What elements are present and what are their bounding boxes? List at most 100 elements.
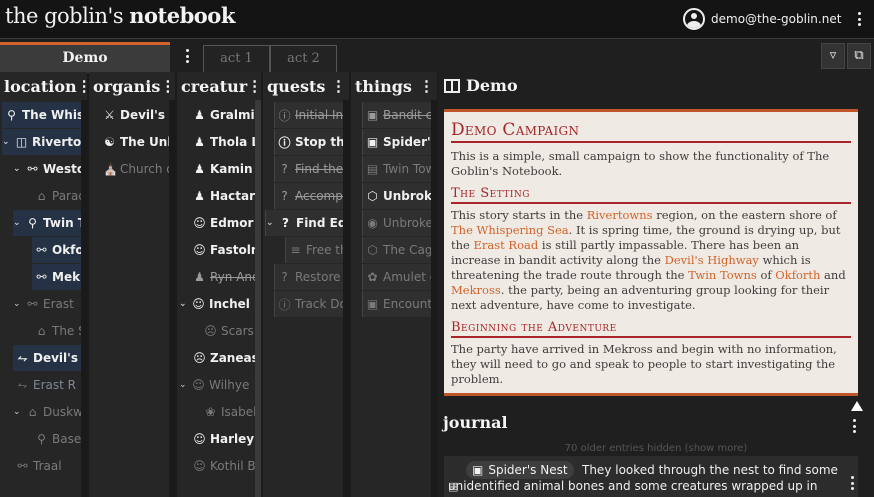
column-kebab-icon[interactable]: ⋮ [77, 77, 87, 95]
column-kebab-icon[interactable]: ⋮ [247, 77, 261, 95]
tab-act-2[interactable]: act 2 [270, 45, 337, 73]
chevron-down-icon[interactable]: ⌄ [13, 164, 22, 174]
chevron-down-icon[interactable]: ⌄ [179, 299, 188, 309]
list-item[interactable]: ⓘStop the [274, 129, 347, 155]
list-item[interactable]: ⌄ ☺ Wilhye [179, 372, 260, 398]
chevron-down-icon[interactable]: ⌄ [266, 218, 275, 228]
app-menu-kebab-icon[interactable] [853, 10, 865, 28]
list-item[interactable]: ♟Thola Lia [190, 129, 260, 155]
question-icon: ⓘ [278, 108, 291, 123]
list-item[interactable]: ? Restore I [274, 264, 347, 290]
list-item[interactable]: ⌄⚲Twin To [13, 210, 83, 236]
list-item[interactable]: ☺ Kothil Ba [190, 453, 260, 479]
list-item[interactable]: ☹ Scars [201, 318, 260, 344]
filter-icon[interactable]: ▿ [821, 43, 845, 69]
chevron-down-icon[interactable]: ⌄ [2, 137, 11, 147]
list-item[interactable]: ▣Spider's I [362, 129, 435, 155]
column-scrollbar[interactable] [255, 100, 261, 497]
list-item[interactable]: ≡ Free th [285, 237, 347, 263]
column-header-location[interactable]: location ⋮ [0, 72, 87, 100]
person-icon: ♟ [194, 270, 205, 284]
column-header-quests[interactable]: quests ⋮ [263, 72, 349, 100]
link-twin-towns[interactable]: Twin Towns [688, 268, 757, 282]
link-mekross[interactable]: Mekross [451, 283, 501, 297]
journal-kebab-icon[interactable] [848, 417, 860, 435]
list-item[interactable]: ⓘ Initial Inv [274, 102, 347, 128]
chevron-down-icon[interactable]: ⌄ [179, 380, 188, 390]
list-item[interactable]: ⚯ Traal [13, 453, 83, 479]
column-scrollbar[interactable] [343, 100, 349, 497]
link-whispering-sea[interactable]: The Whispering Sea [451, 223, 569, 237]
image-icon: ▣ [366, 135, 379, 149]
entity-chip[interactable]: ▣ Spider's Nest [466, 461, 574, 479]
frown-icon: ☹ [204, 324, 217, 338]
list-item[interactable]: ♟Kamin Fa [190, 156, 260, 182]
list-item[interactable]: ◉ Unbroken [362, 210, 435, 236]
question-icon: ? [282, 216, 289, 230]
chevron-down-icon[interactable]: ⌄ [13, 407, 22, 417]
list-item[interactable]: ☺ Fastolm [190, 237, 260, 263]
tab-menu-kebab-icon[interactable] [181, 47, 193, 65]
list-item[interactable]: ▣ Bandit cr [362, 102, 435, 128]
list-item[interactable]: ⥊ Devil's [13, 345, 83, 371]
list-item[interactable]: ☺Harley Re [190, 426, 260, 452]
list-item[interactable]: ⬡ The Cage [362, 237, 435, 263]
list-item[interactable]: ❀Isabelle [201, 399, 260, 425]
list-item[interactable]: ☺Edmor G [190, 210, 260, 236]
list-item[interactable]: ⚔Devil's Pr [100, 102, 173, 128]
question-icon: ⓘ [278, 135, 291, 150]
list-item[interactable]: ⌂ The S [32, 318, 83, 344]
list-item[interactable]: ⌄☺Inchel Ke [179, 291, 260, 317]
list-item[interactable]: ⥊ Erast R [13, 372, 83, 398]
link-rivertowns[interactable]: Rivertowns [587, 208, 653, 222]
list-item[interactable]: ▤ Twin Tow [362, 156, 435, 182]
column-scrollbar[interactable] [81, 100, 87, 497]
tab-demo[interactable]: Demo [0, 42, 170, 73]
list-item[interactable]: ♟ Ryn Anci [190, 264, 260, 290]
column-scrollbar[interactable] [431, 100, 437, 497]
column-header-organisations[interactable]: organis ⋮ [89, 72, 175, 100]
list-item[interactable]: ☯The Unbr [100, 129, 173, 155]
list-item[interactable]: ⌄ ⚯ Erast [13, 291, 83, 317]
link-okforth[interactable]: Okforth [775, 268, 820, 282]
link-erast-road[interactable]: Erast Road [474, 238, 539, 252]
list-item[interactable]: ? Find the [274, 156, 347, 182]
list-item[interactable]: ⌄?Find Edm [265, 210, 347, 236]
chevron-down-icon[interactable]: ⌄ [13, 299, 22, 309]
list-item[interactable]: ⚲ The Whis [2, 102, 83, 128]
column-header-things[interactable]: things ⋮ [351, 72, 437, 100]
chevron-down-icon[interactable]: ⌄ [13, 218, 22, 228]
column-things: things ⋮ ▣Bandit cr ▣Spider's I ▤Twin Tow… [351, 72, 437, 497]
column-header-creatures[interactable]: creatur ⋮ [177, 72, 261, 100]
journal-entry-kebab-icon[interactable] [846, 474, 858, 492]
list-item[interactable]: ⬡Unbroker [362, 183, 435, 209]
list-item[interactable]: ☹ Zaneas [190, 345, 260, 371]
list-item[interactable]: ? Accomps [274, 183, 347, 209]
app-logo[interactable]: the goblin's notebook [5, 3, 235, 28]
list-item[interactable]: ⓘ Track Do [274, 291, 347, 317]
list-item[interactable]: ⌄◫Rivertown [2, 129, 83, 155]
tab-act-1[interactable]: act 1 [203, 45, 270, 73]
link-devils-highway[interactable]: Devil's Highway [665, 253, 759, 267]
column-scrollbar[interactable] [169, 100, 175, 497]
account-menu[interactable]: demo@the-goblin.net [683, 8, 841, 30]
older-entries-link[interactable]: 70 older entries hidden (show more) [438, 443, 874, 454]
column-kebab-icon[interactable]: ⋮ [419, 77, 434, 95]
list-item[interactable]: ⚲ Baser [32, 426, 83, 452]
list-item[interactable]: ⌂ Parad [32, 183, 83, 209]
list-item[interactable]: ♟Gralmir T [190, 102, 260, 128]
list-item[interactable]: ⛪ Church o [100, 156, 173, 182]
column-kebab-icon[interactable]: ⋮ [160, 77, 175, 95]
list-item[interactable]: ▣ Encounte [362, 291, 435, 317]
list-item[interactable]: ♟ Hactar [190, 183, 260, 209]
list-item[interactable]: ⌄ ⌂ Duskw [13, 399, 83, 425]
list-item[interactable]: ⚯ Mekr [32, 264, 83, 290]
list-item[interactable]: ⌄⚯Westow [13, 156, 83, 182]
journal-entry[interactable]: They looked through the nest to find som… [444, 456, 858, 497]
column-title: creatur [181, 76, 248, 96]
windows-icon[interactable]: ⧉ [847, 43, 871, 69]
smile-icon: ☺ [192, 297, 205, 311]
column-kebab-icon[interactable]: ⋮ [331, 77, 346, 95]
list-item[interactable]: ✿ Amulet o [362, 264, 435, 290]
list-item[interactable]: ⚯Okfor [32, 237, 83, 263]
